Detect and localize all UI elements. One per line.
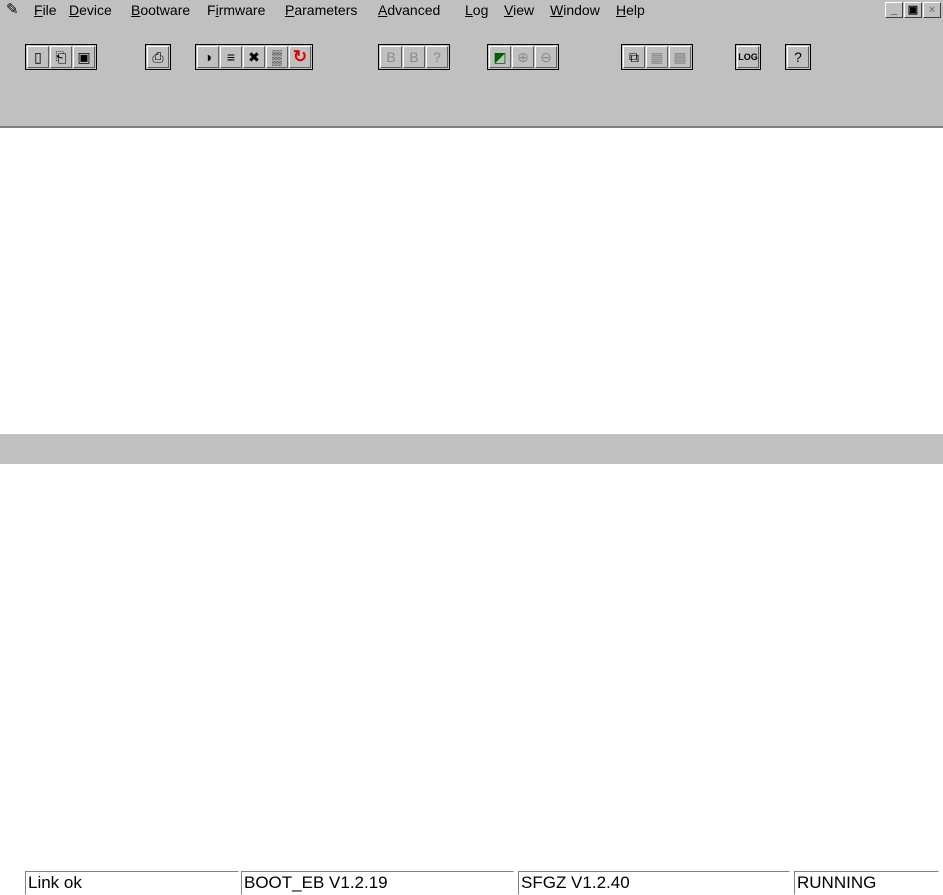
- toolbar-group: LOG: [735, 44, 761, 70]
- disconnect-button[interactable]: ✖: [243, 46, 265, 68]
- traffic-light-button[interactable]: ≡: [220, 46, 242, 68]
- menu-view[interactable]: View: [504, 2, 534, 19]
- grid-io-icon: ▒: [272, 49, 282, 65]
- zoom-in-icon: ⊕: [517, 49, 529, 65]
- help-button[interactable]: ?: [787, 46, 809, 68]
- new-file-icon: ▯: [34, 49, 42, 65]
- toolbar-group: ◩ ⊕ ⊖: [487, 44, 559, 70]
- reset-button[interactable]: ↻: [289, 46, 311, 68]
- menu-file[interactable]: File: [34, 2, 57, 19]
- notepad-icon[interactable]: ✎: [6, 2, 26, 18]
- reset-icon: ↻: [292, 47, 308, 66]
- print-icon: ⎙: [152, 49, 164, 65]
- chart-icon: ◩: [493, 49, 507, 65]
- traffic-light-icon: ≡: [226, 49, 236, 65]
- copy-window-icon: ⧉: [629, 49, 639, 65]
- upload-icon: B: [386, 49, 396, 65]
- open-folder-button[interactable]: ⎗: [50, 46, 72, 68]
- status-firmware-version: SFGZ V1.2.40: [518, 871, 790, 895]
- query-icon: ?: [433, 49, 441, 65]
- menu-bootware[interactable]: Bootware: [131, 2, 190, 19]
- menu-parameters[interactable]: Parameters: [285, 2, 357, 19]
- menu-bar: ✎ File Device Bootware Firmware Paramete…: [0, 0, 943, 20]
- toolbar: ▯ ⎗ ▣ ⎙ ◑ ≡ ✖ ▒ ↻ B B? ◩ ⊕ ⊖ ⧉ ▦ ▩ LOG?: [0, 22, 943, 70]
- log-icon: LOG: [738, 52, 758, 62]
- copy-window-button[interactable]: ⧉: [623, 46, 645, 68]
- print-button[interactable]: ⎙: [147, 46, 169, 68]
- status-boot-version: BOOT_EB V1.2.19: [241, 871, 514, 895]
- new-file-button[interactable]: ▯: [27, 46, 49, 68]
- toolbar-group: ◑ ≡ ✖ ▒ ↻: [195, 44, 313, 70]
- panel-icon: ▦: [650, 49, 664, 65]
- disconnect-icon: ✖: [248, 49, 260, 65]
- menu-device[interactable]: Device: [69, 2, 112, 19]
- minimize-button[interactable]: _: [885, 2, 903, 18]
- connect-button[interactable]: ◑: [197, 46, 219, 68]
- zoom-out-icon: ⊖: [540, 49, 552, 65]
- status-state: RUNNING: [794, 871, 939, 895]
- log-button[interactable]: LOG: [737, 46, 759, 68]
- menu-window[interactable]: Window: [550, 2, 600, 19]
- connect-icon: ◑: [203, 49, 213, 65]
- table-button[interactable]: ▩: [669, 46, 691, 68]
- status-bar: Link ok BOOT_EB V1.2.19 SFGZ V1.2.40 RUN…: [0, 434, 943, 895]
- open-folder-icon: ⎗: [55, 49, 67, 65]
- download-button[interactable]: B: [403, 46, 425, 68]
- menu-log[interactable]: Log: [465, 2, 488, 19]
- close-button[interactable]: ×: [923, 2, 941, 18]
- zoom-in-button[interactable]: ⊕: [512, 46, 534, 68]
- upload-button[interactable]: B: [380, 46, 402, 68]
- save-icon: ▣: [77, 49, 91, 65]
- query-button[interactable]: ?: [426, 46, 448, 68]
- toolbar-group: ⧉ ▦ ▩: [621, 44, 693, 70]
- status-link: Link ok: [25, 871, 239, 895]
- download-icon: B: [409, 49, 419, 65]
- toolbar-group: ⎙: [145, 44, 171, 70]
- toolbar-group: ?: [785, 44, 811, 70]
- toolbar-group: ▯ ⎗ ▣: [25, 44, 97, 70]
- chart-button[interactable]: ◩: [489, 46, 511, 68]
- menu-firmware[interactable]: Firmware: [207, 2, 265, 19]
- grid-io-button[interactable]: ▒: [266, 46, 288, 68]
- restore-button[interactable]: ▣: [904, 2, 922, 18]
- panel-button[interactable]: ▦: [646, 46, 668, 68]
- zoom-out-button[interactable]: ⊖: [535, 46, 557, 68]
- mdi-controls: _ ▣ ×: [885, 2, 941, 18]
- application-window: ✎ File Device Bootware Firmware Paramete…: [0, 0, 943, 895]
- menu-advanced[interactable]: Advanced: [378, 2, 440, 19]
- save-button[interactable]: ▣: [73, 46, 95, 68]
- help-icon: ?: [794, 49, 802, 65]
- document-area: [0, 129, 943, 434]
- menu-help[interactable]: Help: [616, 2, 645, 19]
- toolbar-group: B B?: [378, 44, 450, 70]
- table-icon: ▩: [673, 49, 687, 65]
- address-bar: [0, 86, 943, 206]
